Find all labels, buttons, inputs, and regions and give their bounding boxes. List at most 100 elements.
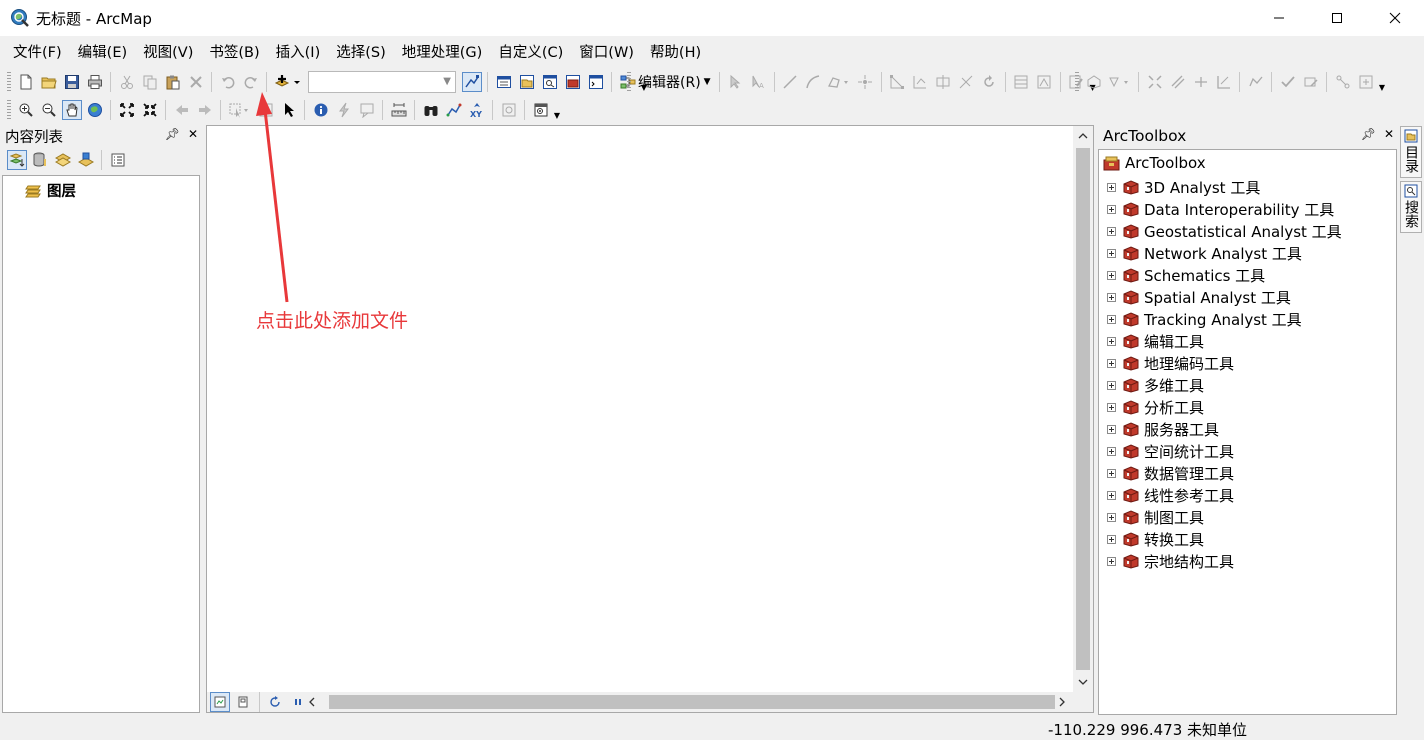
map-vertical-scrollbar[interactable]	[1073, 126, 1093, 692]
table-of-contents-button[interactable]	[494, 72, 514, 92]
toolbar-overflow-button[interactable]: ▼	[1377, 72, 1387, 92]
layout-view-button[interactable]	[233, 692, 253, 712]
map-scale-combo[interactable]: ▼	[308, 71, 456, 93]
menu-view[interactable]: 视图(V)	[135, 40, 201, 66]
straight-segment-button[interactable]	[780, 72, 800, 92]
open-button[interactable]	[39, 72, 59, 92]
toolbox-item[interactable]: Tracking Analyst 工具	[1107, 308, 1302, 330]
expand-plus-icon[interactable]	[1107, 380, 1116, 390]
expand-plus-icon[interactable]	[1107, 248, 1116, 258]
toolbar-grip[interactable]	[7, 100, 11, 120]
delete-button[interactable]	[186, 72, 206, 92]
toolbox-item[interactable]: 线性参考工具	[1107, 484, 1234, 506]
chevron-down-icon[interactable]	[1078, 677, 1088, 687]
menu-file[interactable]: 文件(F)	[5, 40, 70, 66]
toolbox-item[interactable]: 分析工具	[1107, 396, 1204, 418]
menu-windows[interactable]: 窗口(W)	[571, 40, 642, 66]
toc-options-button[interactable]	[108, 150, 128, 170]
close-icon[interactable]: ✕	[1384, 127, 1394, 141]
arctoolbox-root[interactable]: ArcToolbox	[1103, 154, 1206, 172]
toolbar-overflow-button[interactable]: ▼	[552, 100, 562, 120]
time-slider-button[interactable]	[499, 100, 519, 120]
find-button[interactable]	[421, 100, 441, 120]
reshape-feature-button[interactable]	[910, 72, 930, 92]
split-tool-button[interactable]	[956, 72, 976, 92]
toolbox-item[interactable]: 制图工具	[1107, 506, 1204, 528]
undo-button[interactable]	[218, 72, 238, 92]
zoom-out-button[interactable]	[39, 100, 59, 120]
pause-drawing-button[interactable]	[288, 692, 308, 712]
search-side-tab[interactable]: 搜索	[1400, 181, 1422, 233]
clear-selected-features-button[interactable]	[256, 100, 276, 120]
catalog-window-button[interactable]	[517, 72, 537, 92]
toolbox-item[interactable]: 服务器工具	[1107, 418, 1219, 440]
expand-plus-icon[interactable]	[1107, 424, 1116, 434]
redo-button[interactable]	[241, 72, 261, 92]
rotate-tool-button[interactable]	[979, 72, 999, 92]
expand-plus-icon[interactable]	[1107, 512, 1116, 522]
expand-plus-icon[interactable]	[1107, 336, 1116, 346]
toolbox-item[interactable]: Spatial Analyst 工具	[1107, 286, 1291, 308]
cut-button[interactable]	[117, 72, 137, 92]
toolbox-item[interactable]: 多维工具	[1107, 374, 1204, 396]
maximize-button[interactable]	[1308, 0, 1366, 36]
go-forward-extent-button[interactable]	[195, 100, 215, 120]
toolbox-item[interactable]: 转换工具	[1107, 528, 1204, 550]
expand-plus-icon[interactable]	[1107, 314, 1116, 324]
toolbox-item[interactable]: 宗地结构工具	[1107, 550, 1234, 572]
minimize-button[interactable]	[1250, 0, 1308, 36]
pan-button[interactable]	[61, 100, 82, 120]
toolbox-item[interactable]: 地理编码工具	[1107, 352, 1234, 374]
editor-menu-button[interactable]: 编辑器(R) ▼	[634, 72, 715, 92]
catalog-side-tab[interactable]: 目录	[1400, 126, 1422, 178]
full-extent-button[interactable]	[85, 100, 105, 120]
find-route-button[interactable]	[444, 100, 464, 120]
select-features-button[interactable]	[227, 100, 253, 120]
map-horizontal-scrollbar[interactable]	[309, 692, 1073, 712]
fix-topology-button[interactable]	[1301, 72, 1321, 92]
list-by-drawing-order-button[interactable]	[6, 150, 27, 170]
arctoolbox-window-button[interactable]	[563, 72, 583, 92]
generalize-button[interactable]	[1246, 72, 1266, 92]
html-popup-button[interactable]	[357, 100, 377, 120]
toolbox-item[interactable]: 空间统计工具	[1107, 440, 1234, 462]
fixed-zoom-out-button[interactable]	[140, 100, 160, 120]
edit-tool-button[interactable]	[725, 72, 745, 92]
data-view-button[interactable]	[210, 692, 230, 712]
print-button[interactable]	[85, 72, 105, 92]
menu-help[interactable]: 帮助(H)	[642, 40, 709, 66]
expand-plus-icon[interactable]	[1107, 534, 1116, 544]
align-edge-button[interactable]	[1191, 72, 1211, 92]
extend-trim-button[interactable]	[1214, 72, 1234, 92]
validate-button[interactable]	[1278, 72, 1298, 92]
edit-annotation-button[interactable]: A	[748, 72, 768, 92]
list-by-selection-button[interactable]	[76, 150, 96, 170]
chevron-right-icon[interactable]	[1057, 697, 1067, 707]
search-window-button[interactable]	[540, 72, 560, 92]
end-point-arc-button[interactable]	[803, 72, 823, 92]
python-window-button[interactable]	[586, 72, 606, 92]
georeferencing-button[interactable]	[1107, 72, 1133, 92]
expand-plus-icon[interactable]	[1107, 204, 1116, 214]
sketch-properties-button[interactable]	[1034, 72, 1054, 92]
copy-parallel-button[interactable]	[1168, 72, 1188, 92]
go-to-xy-button[interactable]: XY	[467, 100, 487, 120]
menu-selection[interactable]: 选择(S)	[328, 40, 394, 66]
toolbar-grip[interactable]	[7, 72, 11, 92]
toolbox-item[interactable]: 数据管理工具	[1107, 462, 1234, 484]
close-icon[interactable]: ✕	[188, 127, 198, 141]
expand-plus-icon[interactable]	[1107, 358, 1116, 368]
menu-bookmarks[interactable]: 书签(B)	[201, 40, 267, 66]
toolbar-grip[interactable]	[627, 72, 631, 92]
toc-layer-tree[interactable]: 图层	[2, 175, 200, 713]
expand-plus-icon[interactable]	[1107, 402, 1116, 412]
layers-data-frame[interactable]: 图层	[25, 180, 76, 201]
save-button[interactable]	[62, 72, 82, 92]
arctoolbox-tree[interactable]: ArcToolbox 3D Analyst 工具 Data Interoperab…	[1098, 149, 1397, 715]
toolbox-item[interactable]: 3D Analyst 工具	[1107, 176, 1260, 198]
expand-plus-icon[interactable]	[1107, 446, 1116, 456]
hyperlink-button[interactable]	[334, 100, 354, 120]
horizontal-scroll-thumb[interactable]	[329, 695, 1055, 709]
refresh-view-button[interactable]	[265, 692, 285, 712]
toolbar-grip[interactable]	[1075, 72, 1079, 92]
